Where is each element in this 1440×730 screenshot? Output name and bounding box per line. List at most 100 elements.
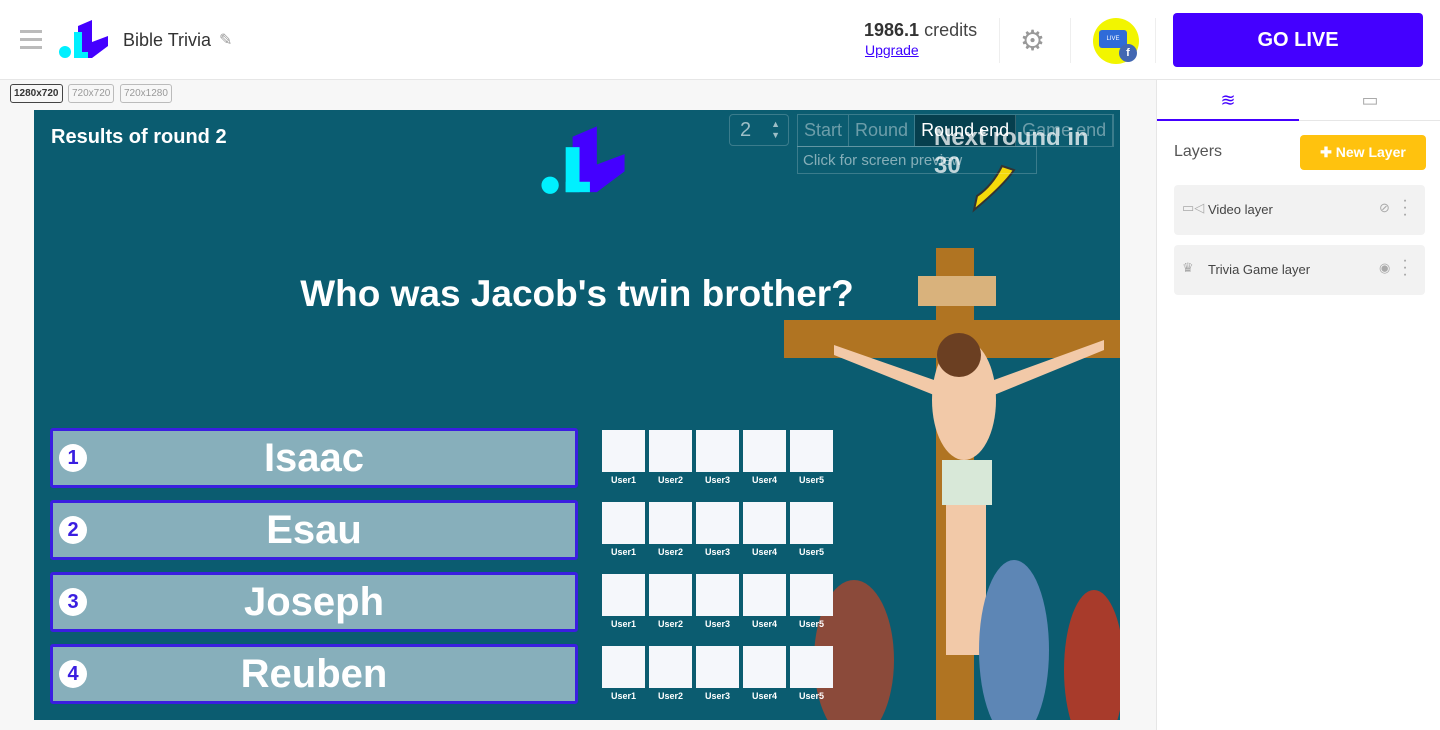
eye-slash-icon[interactable]: ⊘ xyxy=(1379,200,1390,216)
user-label: User3 xyxy=(704,547,731,557)
divider xyxy=(1070,18,1071,63)
crown-icon: ♛ xyxy=(1182,260,1194,275)
user-avatar-box xyxy=(696,646,739,688)
user-slot: User5 xyxy=(790,502,833,557)
user-avatar-box xyxy=(790,574,833,616)
user-label: User1 xyxy=(610,619,637,629)
tab-round[interactable]: Round xyxy=(849,115,916,146)
user-avatar-box xyxy=(743,574,786,616)
user-avatar-box xyxy=(696,430,739,472)
layer-name: Trivia Game layer xyxy=(1208,262,1311,277)
round-number: 2 xyxy=(740,119,752,141)
user-avatar-box xyxy=(649,574,692,616)
tab-chat[interactable]: ▭ xyxy=(1299,80,1440,121)
user-avatar-box xyxy=(602,574,645,616)
user-label: User2 xyxy=(657,619,684,629)
layers-heading: Layers xyxy=(1174,143,1223,160)
game-logo xyxy=(541,126,625,194)
edit-pencil-icon[interactable]: ✎ xyxy=(219,30,232,50)
user-avatar-box xyxy=(649,430,692,472)
credits: 1986.1 credits xyxy=(864,20,977,41)
layer-name: Video layer xyxy=(1208,202,1273,217)
answer-option: 4 Reuben xyxy=(50,644,578,704)
new-layer-button[interactable]: ✚ New Layer xyxy=(1300,135,1426,170)
credits-label: credits xyxy=(924,20,978,40)
answer-option: 3 Joseph xyxy=(50,572,578,632)
user-slot: User2 xyxy=(649,430,692,485)
user-slot: User1 xyxy=(602,502,645,557)
user-slot: User4 xyxy=(743,646,786,701)
layers-sidebar: ≋ ▭ Layers ✚ New Layer ▭◁ Video layer ⊘ · · ·… xyxy=(1156,80,1440,730)
resolution-720x1280[interactable]: 720x1280 xyxy=(120,84,172,103)
user-label: User2 xyxy=(657,691,684,701)
app-logo xyxy=(59,20,108,58)
avatar[interactable]: LIVE f xyxy=(1093,18,1139,64)
go-live-button[interactable]: GO LIVE xyxy=(1173,13,1423,67)
user-slot: User1 xyxy=(602,646,645,701)
top-bar: Bible Trivia ✎ 1986.1 credits Upgrade ⚙ … xyxy=(0,0,1440,80)
user-label: User5 xyxy=(798,619,825,629)
user-slot: User3 xyxy=(696,646,739,701)
user-avatar-box xyxy=(743,430,786,472)
round-title: Results of round 2 xyxy=(51,126,227,148)
user-avatar-box xyxy=(790,646,833,688)
user-label: User4 xyxy=(751,547,778,557)
user-avatar-box xyxy=(696,574,739,616)
user-label: User1 xyxy=(610,475,637,485)
user-slot: User3 xyxy=(696,502,739,557)
upgrade-link[interactable]: Upgrade xyxy=(865,42,919,58)
game-canvas: Results of round 2 2 ▲ ▼ Start Round Round… xyxy=(34,110,1120,720)
user-avatar-box xyxy=(790,430,833,472)
layer-item-trivia[interactable]: ♛ Trivia Game layer ◉ · · · xyxy=(1174,245,1425,295)
answer-text: Isaac xyxy=(263,436,365,480)
user-avatar-box xyxy=(743,502,786,544)
user-avatar-box xyxy=(790,502,833,544)
user-label: User4 xyxy=(751,619,778,629)
tab-layers[interactable]: ≋ xyxy=(1157,80,1299,121)
next-round-countdown: Next round in 30 xyxy=(934,124,1089,179)
user-avatar-box xyxy=(743,646,786,688)
tab-start[interactable]: Start xyxy=(798,115,850,146)
resolution-1280x720[interactable]: 1280x720 xyxy=(10,84,63,103)
user-label: User5 xyxy=(798,547,825,557)
hamburger-menu-icon[interactable] xyxy=(20,30,42,54)
user-avatar-box xyxy=(649,646,692,688)
chat-icon: ▭ xyxy=(1361,90,1379,110)
user-label: User5 xyxy=(798,475,825,485)
new-layer-label: New Layer xyxy=(1335,144,1406,160)
user-slot: User2 xyxy=(649,574,692,629)
video-camera-icon: ▭◁ xyxy=(1182,200,1205,215)
user-avatar-box xyxy=(649,502,692,544)
user-label: User1 xyxy=(610,691,637,701)
layer-item-video[interactable]: ▭◁ Video layer ⊘ · · · xyxy=(1174,185,1425,235)
resolution-720x720[interactable]: 720x720 xyxy=(68,84,115,103)
user-label: User3 xyxy=(704,691,731,701)
user-avatar-box xyxy=(602,502,645,544)
layers-icon: ≋ xyxy=(1220,90,1236,110)
user-slot: User2 xyxy=(649,646,692,701)
user-label: User4 xyxy=(751,691,778,701)
stepper-arrows-icon[interactable]: ▲ ▼ xyxy=(771,119,780,141)
eye-icon[interactable]: ◉ xyxy=(1379,260,1390,276)
user-avatar-box xyxy=(696,502,739,544)
user-label: User2 xyxy=(657,475,684,485)
user-label: User4 xyxy=(751,475,778,485)
user-slot: User1 xyxy=(602,574,645,629)
project-title[interactable]: Bible Trivia xyxy=(123,30,211,51)
round-number-stepper[interactable]: 2 ▲ ▼ xyxy=(729,114,789,146)
user-label: User3 xyxy=(704,619,731,629)
answer-option: 2 Esau xyxy=(50,500,578,560)
user-slot: User4 xyxy=(743,430,786,485)
user-slot: User5 xyxy=(790,574,833,629)
user-slot: User5 xyxy=(790,430,833,485)
more-options-icon[interactable]: · · · xyxy=(1400,253,1410,283)
user-slot: User5 xyxy=(790,646,833,701)
more-options-icon[interactable]: · · · xyxy=(1400,193,1410,223)
answer-option: 1 Isaac xyxy=(50,428,578,488)
answer-text: Reuben xyxy=(240,652,388,696)
facebook-icon: f xyxy=(1119,44,1137,62)
answer-text: Joseph xyxy=(243,580,385,624)
gear-icon[interactable]: ⚙ xyxy=(1020,24,1045,57)
user-slot: User3 xyxy=(696,574,739,629)
user-label: User3 xyxy=(704,475,731,485)
